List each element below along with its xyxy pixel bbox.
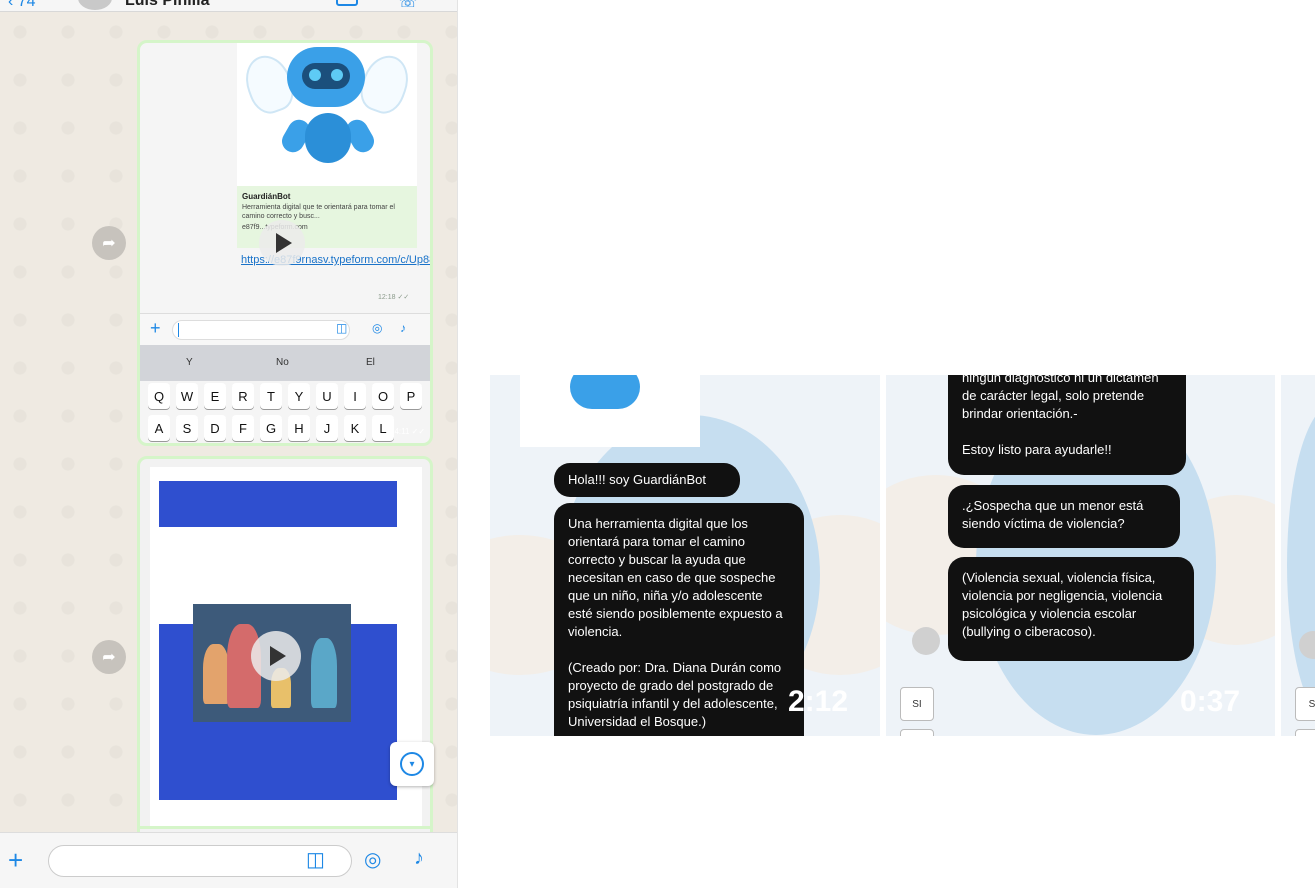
whatsapp-chat-screen: ‹ 74 Luis Pinilla ☏ ➦ ➦ ➦ GuardiánBot He… [0,0,458,888]
bot-message: Hola!!! soy GuardiánBot [554,463,740,497]
message-text: (Creado por: Dra. Diana Durán como proye… [568,660,782,729]
contact-avatar[interactable] [78,0,112,10]
plus-icon[interactable]: + [150,318,161,339]
sticker-icon[interactable]: ◫ [336,321,347,335]
link-title: GuardiánBot [242,192,291,201]
key[interactable]: R [232,383,254,409]
bot-head-icon [570,375,640,409]
video-duration: 0:37 [1180,685,1241,718]
key[interactable]: U [316,383,338,409]
back-button[interactable]: ‹ 74 [8,0,36,11]
inner-message-input[interactable] [172,320,350,340]
link-description: Herramienta digital que te orientará par… [242,204,395,220]
bot-image-snippet [520,375,700,447]
plus-icon[interactable]: + [8,845,23,876]
key[interactable]: D [204,415,226,441]
key[interactable]: H [288,415,310,441]
video-frame-3[interactable]: S N [1281,375,1315,736]
video-frame-1[interactable]: Hola!!! soy GuardiánBot Una herramienta … [490,375,880,736]
option-si-button[interactable]: S [1295,687,1315,721]
key[interactable]: J [316,415,338,441]
key[interactable]: O [372,383,394,409]
mic-icon[interactable]: ♪ [414,847,424,870]
key[interactable]: G [260,415,282,441]
play-button[interactable] [259,220,305,266]
key[interactable]: I [344,383,366,409]
message-text: Estoy listo para ayudarle!! [962,442,1112,457]
key[interactable]: A [148,415,170,441]
video-duration: 2:12 [788,685,849,718]
bg-bot-body [1287,405,1315,725]
sticker-icon[interactable]: ◫ [306,847,325,872]
forward-icon[interactable]: ➦ [92,640,126,674]
time-value: 14:11 [390,427,410,436]
contact-name[interactable]: Luis Pinilla [125,0,209,10]
camera-icon[interactable]: ◎ [364,847,381,872]
key[interactable]: T [260,383,282,409]
key[interactable]: Y [288,383,310,409]
key[interactable]: E [204,383,226,409]
option-no-button[interactable]: N [1295,729,1315,736]
message-bubble-link[interactable]: GuardiánBot Herramienta digital que te o… [137,40,433,446]
key[interactable]: Q [148,383,170,409]
key[interactable]: F [232,415,254,441]
bot-body [305,113,351,163]
play-icon [276,233,292,253]
key[interactable]: S [176,415,198,441]
message-bubble-video[interactable] [137,456,433,836]
play-icon [270,646,286,666]
keyboard-suggestions: Y No El [140,345,430,381]
camera-icon[interactable]: ◎ [372,321,382,335]
figure [311,638,337,708]
bot-eye [309,69,321,81]
key[interactable]: P [400,383,422,409]
key[interactable]: K [344,415,366,441]
time-value: 12:18 [378,294,396,301]
message-time: 12:18 ✓✓ [378,294,410,301]
back-count: 74 [17,0,36,10]
option-si-button[interactable]: SI [900,687,934,721]
video-call-icon[interactable] [336,0,358,6]
message-text: Una herramienta digital que los orientar… [568,516,783,639]
inner-input-bar: + ◫ ◎ ♪ [140,313,430,345]
message-time: 14:11 ✓✓ [390,427,426,436]
mic-icon[interactable]: ♪ [400,321,406,335]
chevron-down-icon: ▾ [400,752,424,776]
key[interactable]: W [176,383,198,409]
phone-call-icon[interactable]: ☏ [398,0,418,11]
preview-header-bar [159,481,397,527]
suggestion-item[interactable]: El [366,357,375,368]
video-frame-2[interactable]: ningún diagnóstico ni un dictamen de car… [886,375,1275,736]
option-no-button[interactable]: NO [900,729,934,736]
suggestion-item[interactable]: Y [186,357,193,368]
suggestion-item[interactable]: No [276,357,289,368]
bot-preview-image [237,43,417,186]
keyboard-row: A S D F G H J K L [142,415,428,441]
bot-message: ningún diagnóstico ni un dictamen de car… [948,375,1186,475]
scroll-down-button[interactable]: ▾ [390,742,434,786]
forward-icon[interactable]: ➦ [92,226,126,260]
bot-eye [331,69,343,81]
figure [203,644,229,704]
message-text: ningún diagnóstico ni un dictamen de car… [962,375,1159,421]
chat-header: ‹ 74 Luis Pinilla ☏ [0,0,457,12]
bot-message: (Violencia sexual, violencia física, vio… [948,557,1194,661]
bot-message: .¿Sospecha que un menor está siendo víct… [948,485,1180,548]
message-input-bar: + ◫ ◎ ♪ [0,832,457,888]
play-button[interactable] [251,631,301,681]
keyboard-row: Q W E R T Y U I O P [142,383,428,409]
user-avatar [912,627,940,655]
bot-message: Una herramienta digital que los orientar… [554,503,804,736]
text-cursor [178,323,179,337]
